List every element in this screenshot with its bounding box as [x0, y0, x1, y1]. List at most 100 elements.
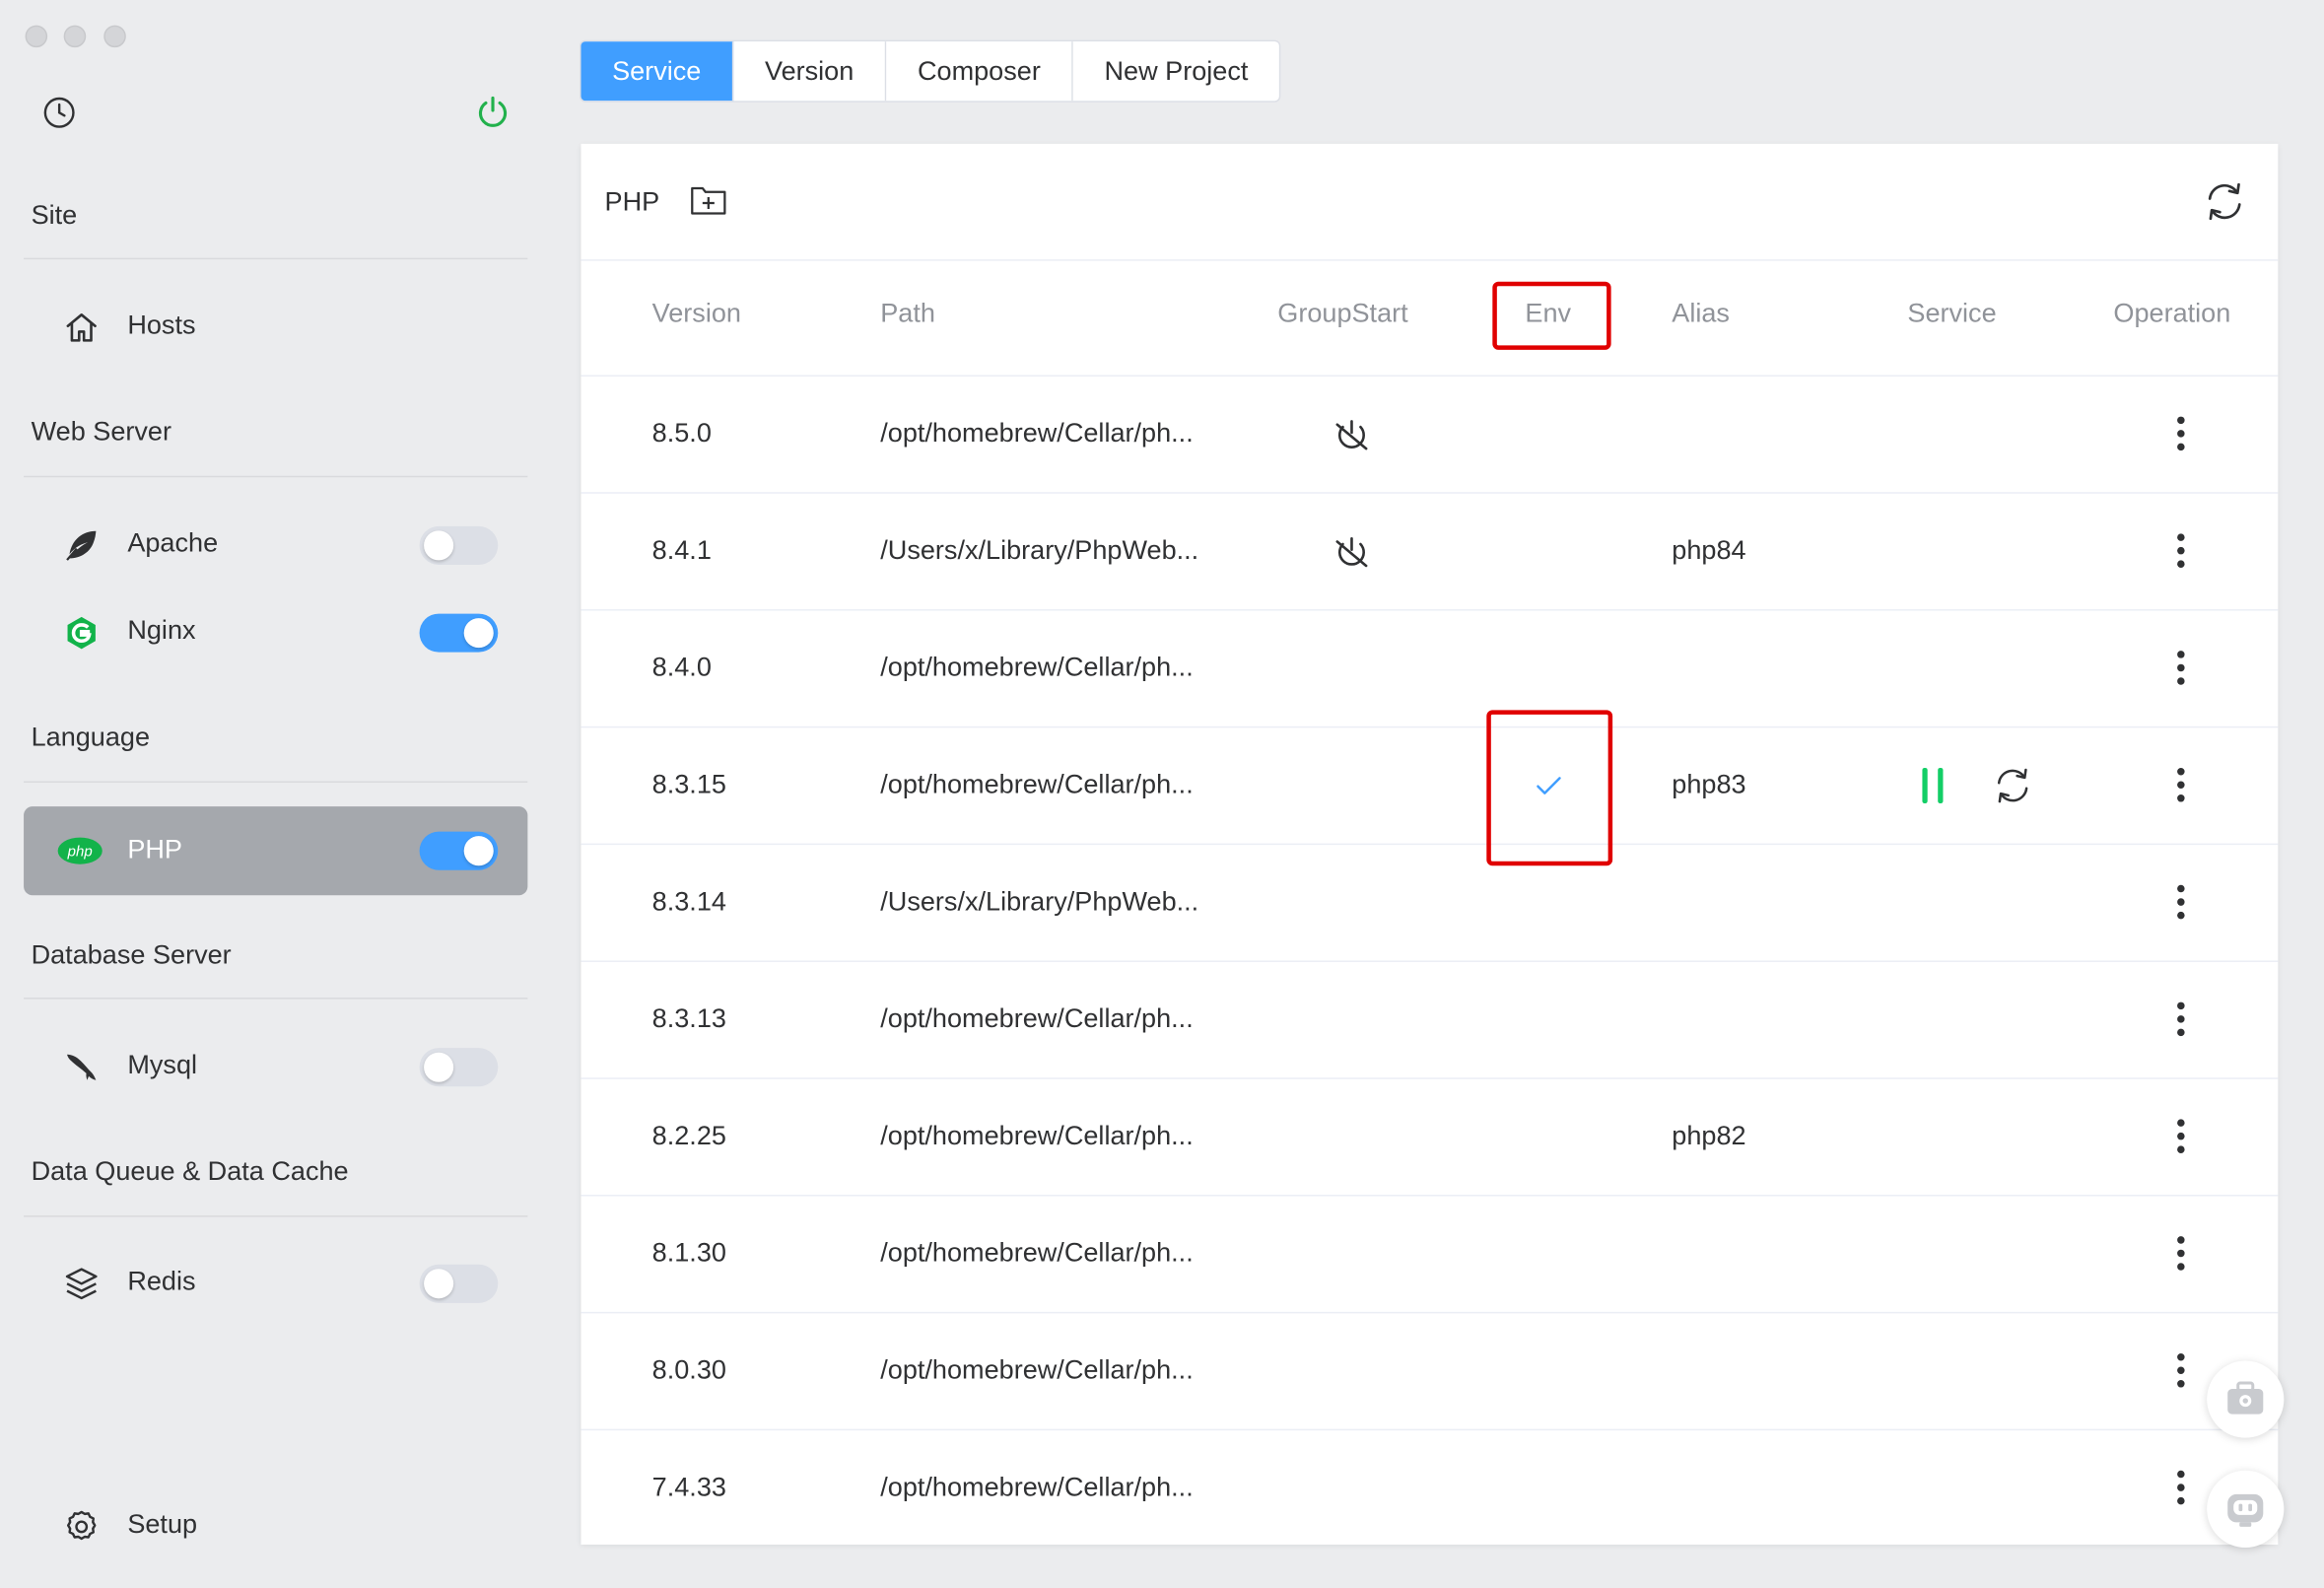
- nginx-icon: [67, 616, 96, 650]
- table-row: 8.0.30/opt/homebrew/Cellar/ph...: [581, 1311, 2279, 1430]
- section-divider: [24, 998, 528, 1000]
- column-header-version: Version: [651, 298, 741, 328]
- section-label-web-server: Web Server: [31, 416, 171, 447]
- path-cell[interactable]: /opt/homebrew/Cellar/ph...: [880, 418, 1193, 449]
- version-cell: 8.3.15: [651, 769, 726, 799]
- path-cell[interactable]: /opt/homebrew/Cellar/ph...: [880, 1238, 1193, 1270]
- more-options-icon[interactable]: [2176, 767, 2185, 806]
- sidebar-item-label: Mysql: [127, 1049, 198, 1079]
- robot-icon: [2227, 1493, 2264, 1527]
- sidebar-item-setup[interactable]: Setup: [24, 1484, 527, 1569]
- sidebar-item-nginx[interactable]: Nginx: [24, 590, 527, 676]
- toggle-knob: [424, 530, 454, 561]
- section-divider: [24, 257, 528, 260]
- table-row: 8.3.15/opt/homebrew/Cellar/ph... php83: [581, 725, 2279, 845]
- column-header-operation: Operation: [2113, 298, 2231, 328]
- sidebar-item-mysql[interactable]: Mysql: [24, 1024, 527, 1110]
- more-options-icon[interactable]: [2176, 884, 2185, 924]
- table-row: 8.5.0/opt/homebrew/Cellar/ph...: [581, 375, 2279, 493]
- alias-cell: php83: [1672, 769, 1746, 799]
- window-minimize-button[interactable]: [63, 25, 87, 48]
- more-options-icon[interactable]: [2176, 416, 2185, 455]
- restart-icon[interactable]: [1992, 766, 2033, 804]
- version-cell: 8.5.0: [651, 418, 712, 449]
- group-start-icon[interactable]: [1333, 417, 1371, 455]
- toolbox-icon: [2227, 1381, 2264, 1415]
- window-close-button[interactable]: [25, 25, 48, 48]
- tab-service[interactable]: Service: [581, 41, 734, 102]
- tab-new-project[interactable]: New Project: [1072, 41, 1279, 102]
- more-options-icon[interactable]: [2176, 1001, 2185, 1041]
- sidebar-item-label: Nginx: [127, 615, 196, 646]
- path-cell[interactable]: /opt/homebrew/Cellar/ph...: [880, 1354, 1193, 1386]
- layers-icon: [65, 1268, 98, 1300]
- path-cell[interactable]: /opt/homebrew/Cellar/ph...: [880, 769, 1193, 800]
- gear-icon: [66, 1510, 97, 1541]
- section-divider: [24, 475, 528, 478]
- table-row: 8.1.30/opt/homebrew/Cellar/ph...: [581, 1195, 2279, 1313]
- php-versions-panel: PHP Version Path GroupStart Env Alias Se…: [581, 143, 2279, 1548]
- alias-cell: php82: [1672, 1120, 1746, 1150]
- column-header-alias: Alias: [1672, 298, 1730, 328]
- php-icon: php: [57, 837, 103, 864]
- sidebar-item-hosts[interactable]: Hosts: [24, 285, 527, 371]
- clock-icon[interactable]: [41, 95, 77, 130]
- pause-icon[interactable]: [1918, 765, 1948, 806]
- tab-version[interactable]: Version: [733, 41, 887, 102]
- sidebar-item-label: Setup: [127, 1508, 198, 1539]
- group-start-icon[interactable]: [1333, 533, 1371, 572]
- table-row: 7.4.33/opt/homebrew/Cellar/ph...: [581, 1428, 2279, 1548]
- more-options-icon[interactable]: [2176, 533, 2185, 572]
- table-row: 8.3.13/opt/homebrew/Cellar/ph...: [581, 960, 2279, 1078]
- column-header-path: Path: [880, 298, 935, 328]
- more-options-icon[interactable]: [2176, 1470, 2185, 1509]
- folder-add-icon[interactable]: [689, 182, 727, 218]
- version-cell: 8.3.13: [651, 1003, 726, 1034]
- sidebar-item-apache[interactable]: Apache: [24, 503, 527, 588]
- table-row: 8.4.1/Users/x/Library/PhpWeb... php84: [581, 492, 2279, 610]
- version-cell: 8.0.30: [651, 1354, 726, 1385]
- alias-cell: php84: [1672, 534, 1746, 565]
- path-cell[interactable]: /opt/homebrew/Cellar/ph...: [880, 1003, 1193, 1035]
- floating-assistant-button[interactable]: [2207, 1470, 2285, 1548]
- sidebar-item-redis[interactable]: Redis: [24, 1241, 527, 1327]
- path-cell[interactable]: /Users/x/Library/PhpWeb...: [880, 535, 1198, 567]
- version-cell: 8.2.25: [651, 1120, 726, 1150]
- version-cell: 8.4.1: [651, 534, 712, 565]
- svg-text:php: php: [67, 843, 93, 860]
- sidebar-item-label: PHP: [127, 834, 182, 864]
- power-icon[interactable]: [474, 94, 512, 131]
- path-cell[interactable]: /opt/homebrew/Cellar/ph...: [880, 1472, 1193, 1503]
- path-cell[interactable]: /Users/x/Library/PhpWeb...: [880, 886, 1198, 918]
- section-divider: [24, 781, 528, 784]
- sidebar-item-label: Redis: [127, 1266, 196, 1296]
- home-icon: [66, 313, 97, 342]
- apache-toggle[interactable]: [419, 525, 499, 565]
- path-cell[interactable]: /opt/homebrew/Cellar/ph...: [880, 653, 1193, 684]
- more-options-icon[interactable]: [2176, 1236, 2185, 1275]
- floating-toolbox-button[interactable]: [2207, 1360, 2285, 1438]
- sidebar-item-php[interactable]: php PHP: [24, 806, 528, 896]
- table-row: 8.4.0/opt/homebrew/Cellar/ph...: [581, 609, 2279, 727]
- mysql-toggle[interactable]: [419, 1048, 499, 1087]
- version-cell: 8.3.14: [651, 886, 726, 917]
- nginx-toggle[interactable]: [419, 613, 499, 653]
- php-toggle[interactable]: [419, 831, 499, 870]
- toggle-knob: [424, 1052, 454, 1082]
- path-cell[interactable]: /opt/homebrew/Cellar/ph...: [880, 1121, 1193, 1152]
- more-options-icon[interactable]: [2176, 1119, 2185, 1157]
- refresh-icon[interactable]: [2203, 180, 2247, 222]
- redis-toggle[interactable]: [419, 1264, 499, 1303]
- more-options-icon[interactable]: [2176, 1352, 2185, 1392]
- tab-composer[interactable]: Composer: [886, 41, 1073, 102]
- column-header-group-start: GroupStart: [1277, 298, 1408, 328]
- column-header-service: Service: [1907, 298, 1997, 328]
- toggle-knob: [463, 618, 494, 649]
- app-window: Site Hosts Web Server Apache Nginx Langu…: [0, 0, 2324, 1588]
- sidebar-item-label: Hosts: [127, 310, 196, 340]
- panel-title: PHP: [604, 186, 660, 217]
- window-zoom-button[interactable]: [103, 25, 126, 48]
- more-options-icon[interactable]: [2176, 651, 2185, 689]
- section-label-site: Site: [31, 200, 78, 231]
- main-tabs: Service Version Composer New Project: [579, 39, 1281, 103]
